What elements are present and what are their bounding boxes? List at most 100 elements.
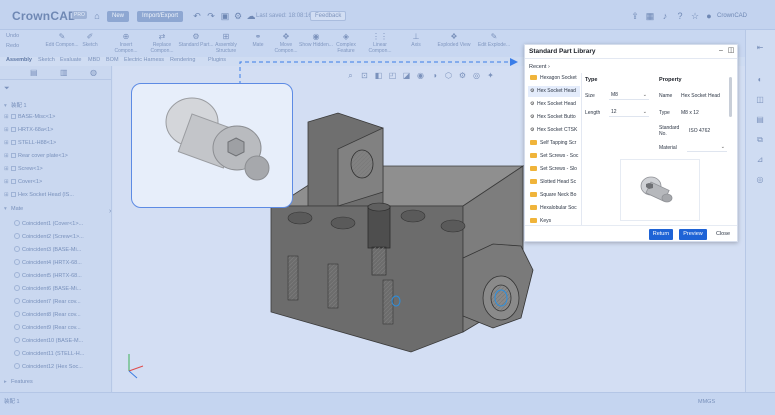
avatar[interactable]: ● <box>704 11 714 21</box>
mate-item[interactable]: Coincident9 (Rear cov... <box>14 324 81 334</box>
tab-assembly[interactable]: Assembly <box>6 57 32 63</box>
tab-bom[interactable]: BOM <box>106 57 119 63</box>
redo-button[interactable]: Redo <box>6 43 19 49</box>
save-icon[interactable]: ▣ <box>220 11 230 21</box>
user-name[interactable]: CrownCAD <box>717 13 747 19</box>
tree-item[interactable]: ⊞ STELL-H88<1> <box>4 140 56 150</box>
tab-sketch[interactable]: Sketch <box>38 57 55 63</box>
list-item[interactable]: Slotted Head Sc <box>528 177 580 188</box>
expand-icon[interactable]: ⊞ <box>4 153 11 159</box>
tree-tab-icon[interactable]: ▤ <box>30 68 38 77</box>
units-indicator[interactable]: MMGS <box>698 399 715 405</box>
features-folder[interactable]: ▸ Features <box>4 379 33 389</box>
tab-mbd[interactable]: MBD <box>88 57 100 63</box>
property-scrollbar[interactable] <box>729 77 732 117</box>
list-item[interactable]: ⚙ Hex Socket Head <box>528 99 580 110</box>
sketch-button[interactable]: ✐ Sketch <box>72 32 108 56</box>
mate-item[interactable]: Coincident5 (HRTX-68... <box>14 272 82 282</box>
length-select[interactable]: 12 ⌄ <box>609 107 649 117</box>
replace-component-button[interactable]: ⇄ Replace Compon... <box>144 32 180 56</box>
document-tab[interactable]: 装配 1 <box>4 397 20 405</box>
assembly-structure-button[interactable]: ⊞ Assembly Structure <box>208 32 244 56</box>
tab-evaluate[interactable]: Evaluate <box>60 57 81 63</box>
star-icon[interactable]: ☆ <box>690 11 700 21</box>
expand-icon[interactable]: ⊞ <box>4 127 11 133</box>
list-item[interactable]: Hexagon Socket <box>528 73 580 84</box>
type-field[interactable]: M8 x 12 <box>681 110 699 116</box>
mate-item[interactable]: Coincident2 (Screw<1>... <box>14 233 84 243</box>
library-panel-icon[interactable]: ▤ <box>754 114 766 126</box>
views-panel-icon[interactable]: ◫ <box>754 94 766 106</box>
tree-item[interactable]: ⊞ Hex Socket Head (IS... <box>4 192 74 202</box>
expand-icon[interactable]: ⊞ <box>4 140 11 146</box>
list-item[interactable]: Keys <box>528 216 580 225</box>
edit-explode-button[interactable]: ✎ Edit Explode... <box>476 32 512 56</box>
size-select[interactable]: M8 ⌄ <box>609 90 649 100</box>
appearance-panel-icon[interactable]: ◐ <box>754 74 766 86</box>
list-item[interactable]: Self Tapping Scr <box>528 138 580 149</box>
recent-breadcrumb[interactable]: Recent › <box>529 64 550 70</box>
layers-panel-icon[interactable]: ⧉ <box>754 134 766 146</box>
measure-panel-icon[interactable]: ⊿ <box>754 154 766 166</box>
tree-root[interactable]: ▾ 装配 1 <box>4 101 27 111</box>
list-item[interactable]: Hexalobular Soc <box>528 203 580 214</box>
exploded-view-button[interactable]: ❖ Exploded View <box>436 32 472 56</box>
apps-icon[interactable]: ▦ <box>645 11 655 21</box>
expand-icon[interactable]: ⊞ <box>4 192 11 198</box>
mate-item[interactable]: Coincident3 (BASE-Mi... <box>14 246 81 256</box>
share-icon[interactable]: ⇪ <box>630 11 640 21</box>
tree-item[interactable]: ⊞ Rear cover plate<1> <box>4 153 68 163</box>
settings-icon[interactable]: ⚙ <box>233 11 243 21</box>
tree-item[interactable]: ⊞ Screw<1> <box>4 166 43 176</box>
expand-icon[interactable]: ⊞ <box>4 166 11 172</box>
filter-icon[interactable]: ⏷ <box>4 85 10 93</box>
minimize-icon[interactable]: – <box>717 47 725 55</box>
mates-folder[interactable]: ▾ Mate <box>4 206 23 216</box>
mate-item[interactable]: Coincident1 (Cover<1>... <box>14 220 83 230</box>
tree-item[interactable]: ⊞ Cover<1> <box>4 179 42 189</box>
help-icon[interactable]: ? <box>675 11 685 21</box>
mate-item[interactable]: Coincident12 (Hex Soc... <box>14 363 83 373</box>
expand-icon[interactable]: ⊞ <box>4 114 11 120</box>
feedback-button[interactable]: Feedback <box>310 11 347 21</box>
tree-item[interactable]: ⊞ BASE-Misc<1> <box>4 114 55 124</box>
linear-component-button[interactable]: ⋮⋮ Linear Compon... <box>362 32 398 56</box>
tab-rendering[interactable]: Rendering <box>170 57 195 63</box>
close-button[interactable]: Close <box>711 229 735 240</box>
undo-icon[interactable]: ↶ <box>192 11 202 21</box>
collapse-panel-icon[interactable]: › <box>109 208 111 215</box>
material-select[interactable]: ⌄ <box>687 142 727 152</box>
list-item[interactable]: ⚙ Hex Socket Head <box>528 86 580 97</box>
new-button[interactable]: New <box>107 11 130 22</box>
maximize-icon[interactable]: ◫ <box>727 47 735 55</box>
list-item[interactable]: ⚙ Hex Socket Butto <box>528 112 580 123</box>
name-field[interactable]: Hex Socket Head <box>681 93 720 99</box>
standard-field[interactable]: ISO 4762 <box>689 128 710 134</box>
list-item[interactable]: ⚙ Hex Socket CTSK <box>528 125 580 136</box>
property-tab-icon[interactable]: ▥ <box>60 68 68 77</box>
expand-icon[interactable]: ⊞ <box>4 179 11 185</box>
mate-item[interactable]: Coincident10 (BASE-M... <box>14 337 83 347</box>
mate-item[interactable]: Coincident4 (HRTX-68... <box>14 259 82 269</box>
list-item[interactable]: Set Screws - Soc <box>528 151 580 162</box>
mate-item[interactable]: Coincident8 (Rear cov... <box>14 311 81 321</box>
notification-icon[interactable]: ♪ <box>660 11 670 21</box>
mate-item[interactable]: Coincident11 (STELL-H... <box>14 350 84 360</box>
camera-panel-icon[interactable]: ◎ <box>754 174 766 186</box>
complex-feature-button[interactable]: ◈ Complex Feature <box>328 32 364 56</box>
tab-plugins[interactable]: Plugins <box>208 57 226 63</box>
home-icon[interactable]: ⌂ <box>92 11 102 21</box>
insert-component-button[interactable]: ⊕ Insert Compon... <box>108 32 144 56</box>
preview-button[interactable]: Preview <box>679 229 707 240</box>
mate-item[interactable]: Coincident7 (Rear cov... <box>14 298 81 308</box>
tree-item[interactable]: ⊞ HRTX-68a<1> <box>4 127 53 137</box>
list-item[interactable]: Square Neck Bo <box>528 190 580 201</box>
display-tab-icon[interactable]: ◍ <box>90 68 97 77</box>
axis-button[interactable]: ⊥ Axis <box>398 32 434 56</box>
redo-icon[interactable]: ↷ <box>206 11 216 21</box>
list-item[interactable]: Set Screws - Slo <box>528 164 580 175</box>
collapse-icon[interactable]: ⇤ <box>754 42 766 54</box>
undo-button[interactable]: Undo <box>6 33 19 39</box>
import-export-button[interactable]: Import/Export <box>137 11 184 22</box>
tab-electric-harness[interactable]: Electric Harness <box>124 57 164 63</box>
